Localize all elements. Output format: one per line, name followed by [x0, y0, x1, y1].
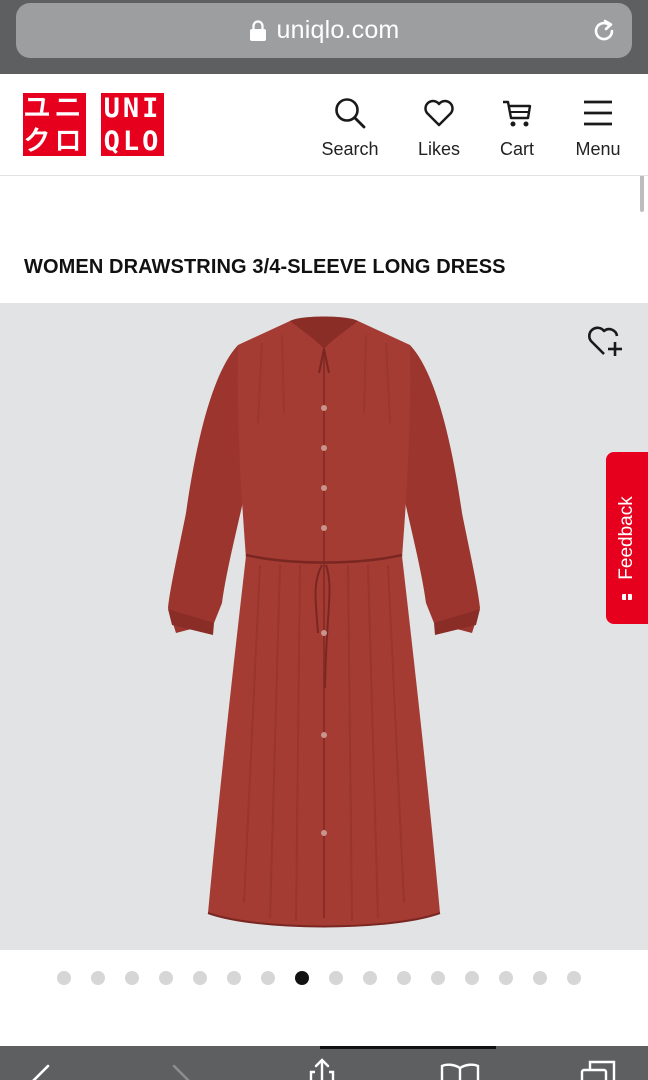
tabs-icon[interactable] — [578, 1058, 618, 1080]
carousel-dot-active[interactable] — [295, 971, 309, 985]
logo-katakana-top: ユニ — [23, 92, 86, 124]
nav-search-label: Search — [321, 139, 379, 159]
forward-icon[interactable] — [160, 1060, 200, 1080]
carousel-dot[interactable] — [567, 971, 581, 985]
search-icon — [335, 98, 366, 129]
feedback-label: Feedback — [616, 496, 637, 580]
uniqlo-logo-latin[interactable]: UNI QLO — [101, 93, 164, 156]
carousel-dot[interactable] — [227, 971, 241, 985]
nav-menu[interactable]: Menu — [570, 96, 626, 160]
share-icon[interactable] — [302, 1056, 342, 1080]
logo-katakana-bottom: クロ — [23, 125, 86, 157]
hamburger-icon — [584, 100, 612, 126]
carousel-dot[interactable] — [193, 971, 207, 985]
carousel-dot[interactable] — [125, 971, 139, 985]
address-bar[interactable]: uniqlo.com — [16, 3, 632, 58]
bookmarks-icon[interactable] — [440, 1058, 480, 1080]
feedback-button[interactable]: Feedback — [606, 452, 648, 624]
back-icon[interactable] — [22, 1060, 62, 1080]
browser-bottom-toolbar — [0, 1046, 648, 1080]
carousel-dot[interactable] — [159, 971, 173, 985]
carousel-dot[interactable] — [533, 971, 547, 985]
site-header: ユニ クロ UNI QLO Search Likes Cart Menu — [0, 74, 648, 176]
lock-icon — [249, 19, 266, 41]
nav-likes-label: Likes — [417, 139, 461, 159]
nav-menu-label: Menu — [575, 139, 621, 159]
page-indicator-line — [320, 1046, 496, 1049]
logo-latin-top: UNI — [103, 92, 162, 124]
add-to-wishlist-icon[interactable] — [585, 320, 625, 360]
logo-latin-bottom: QLO — [103, 125, 162, 157]
nav-cart-label: Cart — [499, 139, 534, 159]
heart-icon — [424, 99, 454, 127]
carousel-dot[interactable] — [329, 971, 343, 985]
nav-cart[interactable]: Cart — [492, 96, 542, 160]
carousel-dot[interactable] — [57, 971, 71, 985]
reload-icon[interactable] — [590, 17, 618, 45]
nav-likes[interactable]: Likes — [412, 96, 466, 160]
url-text: uniqlo.com — [276, 16, 400, 44]
carousel-pagination — [57, 971, 581, 985]
carousel-dot[interactable] — [261, 971, 275, 985]
carousel-dot[interactable] — [91, 971, 105, 985]
browser-top-bar: uniqlo.com — [0, 0, 648, 74]
carousel-dot[interactable] — [499, 971, 513, 985]
carousel-dot[interactable] — [397, 971, 411, 985]
carousel-dot[interactable] — [431, 971, 445, 985]
dress-image — [168, 316, 480, 928]
carousel-dot[interactable] — [465, 971, 479, 985]
uniqlo-logo-katakana[interactable]: ユニ クロ — [23, 93, 86, 156]
product-image-carousel[interactable]: Feedback — [0, 303, 648, 950]
product-title: WOMEN DRAWSTRING 3/4-SLEEVE LONG DRESS — [24, 256, 506, 278]
carousel-dot[interactable] — [363, 971, 377, 985]
nav-search[interactable]: Search — [318, 96, 382, 160]
cart-icon — [503, 100, 532, 127]
feedback-icon — [622, 592, 632, 602]
